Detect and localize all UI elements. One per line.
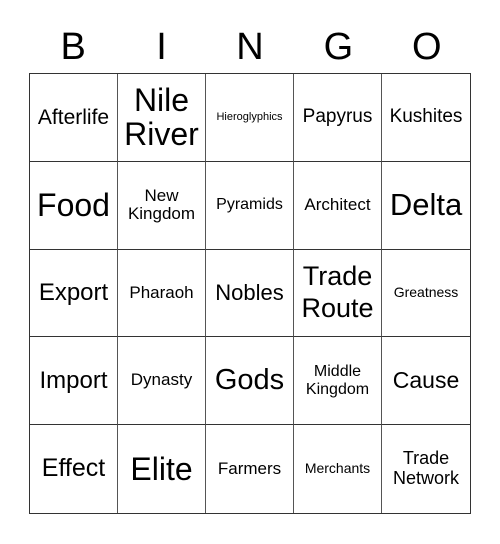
bingo-cell[interactable]: Hieroglyphics — [206, 74, 294, 162]
bingo-cell[interactable]: Farmers — [206, 425, 294, 513]
bingo-cell[interactable]: Dynasty — [118, 337, 206, 426]
bingo-cell[interactable]: Trade Network — [382, 425, 470, 513]
header-letter-i: I — [156, 26, 167, 68]
bingo-grid: Afterlife Nile River Hieroglyphics Papyr… — [29, 73, 471, 514]
bingo-header: B I N G O — [29, 22, 471, 72]
bingo-cell[interactable]: Architect — [294, 161, 382, 250]
bingo-cell[interactable]: Delta — [382, 162, 470, 250]
bingo-cell[interactable]: Gods — [206, 337, 294, 426]
bingo-cell[interactable]: Merchants — [294, 425, 382, 513]
bingo-cell[interactable]: New Kingdom — [118, 161, 206, 250]
bingo-cell[interactable]: Kushites — [382, 74, 470, 162]
bingo-cell[interactable]: Trade Route — [294, 249, 382, 338]
bingo-cell[interactable]: Export — [30, 249, 118, 338]
bingo-cell[interactable]: Nobles — [206, 249, 294, 338]
bingo-cell[interactable]: Pyramids — [206, 161, 294, 250]
bingo-cell[interactable]: Import — [30, 337, 118, 426]
header-letter-b: B — [60, 26, 86, 68]
bingo-cell[interactable]: Effect — [30, 425, 118, 513]
bingo-cell[interactable]: Elite — [118, 425, 206, 513]
header-letter-n: N — [236, 26, 264, 68]
bingo-cell[interactable]: Food — [30, 161, 118, 250]
bingo-cell[interactable]: Afterlife — [30, 74, 118, 162]
bingo-cell[interactable]: Greatness — [382, 250, 470, 338]
header-letter-o: O — [411, 26, 442, 68]
bingo-cell[interactable]: Cause — [382, 337, 470, 426]
bingo-cell[interactable]: Middle Kingdom — [294, 337, 382, 426]
header-letter-g: G — [323, 26, 354, 68]
bingo-cell[interactable]: Nile River — [118, 74, 206, 162]
bingo-cell[interactable]: Pharaoh — [118, 249, 206, 338]
bingo-cell[interactable]: Papyrus — [294, 74, 382, 162]
